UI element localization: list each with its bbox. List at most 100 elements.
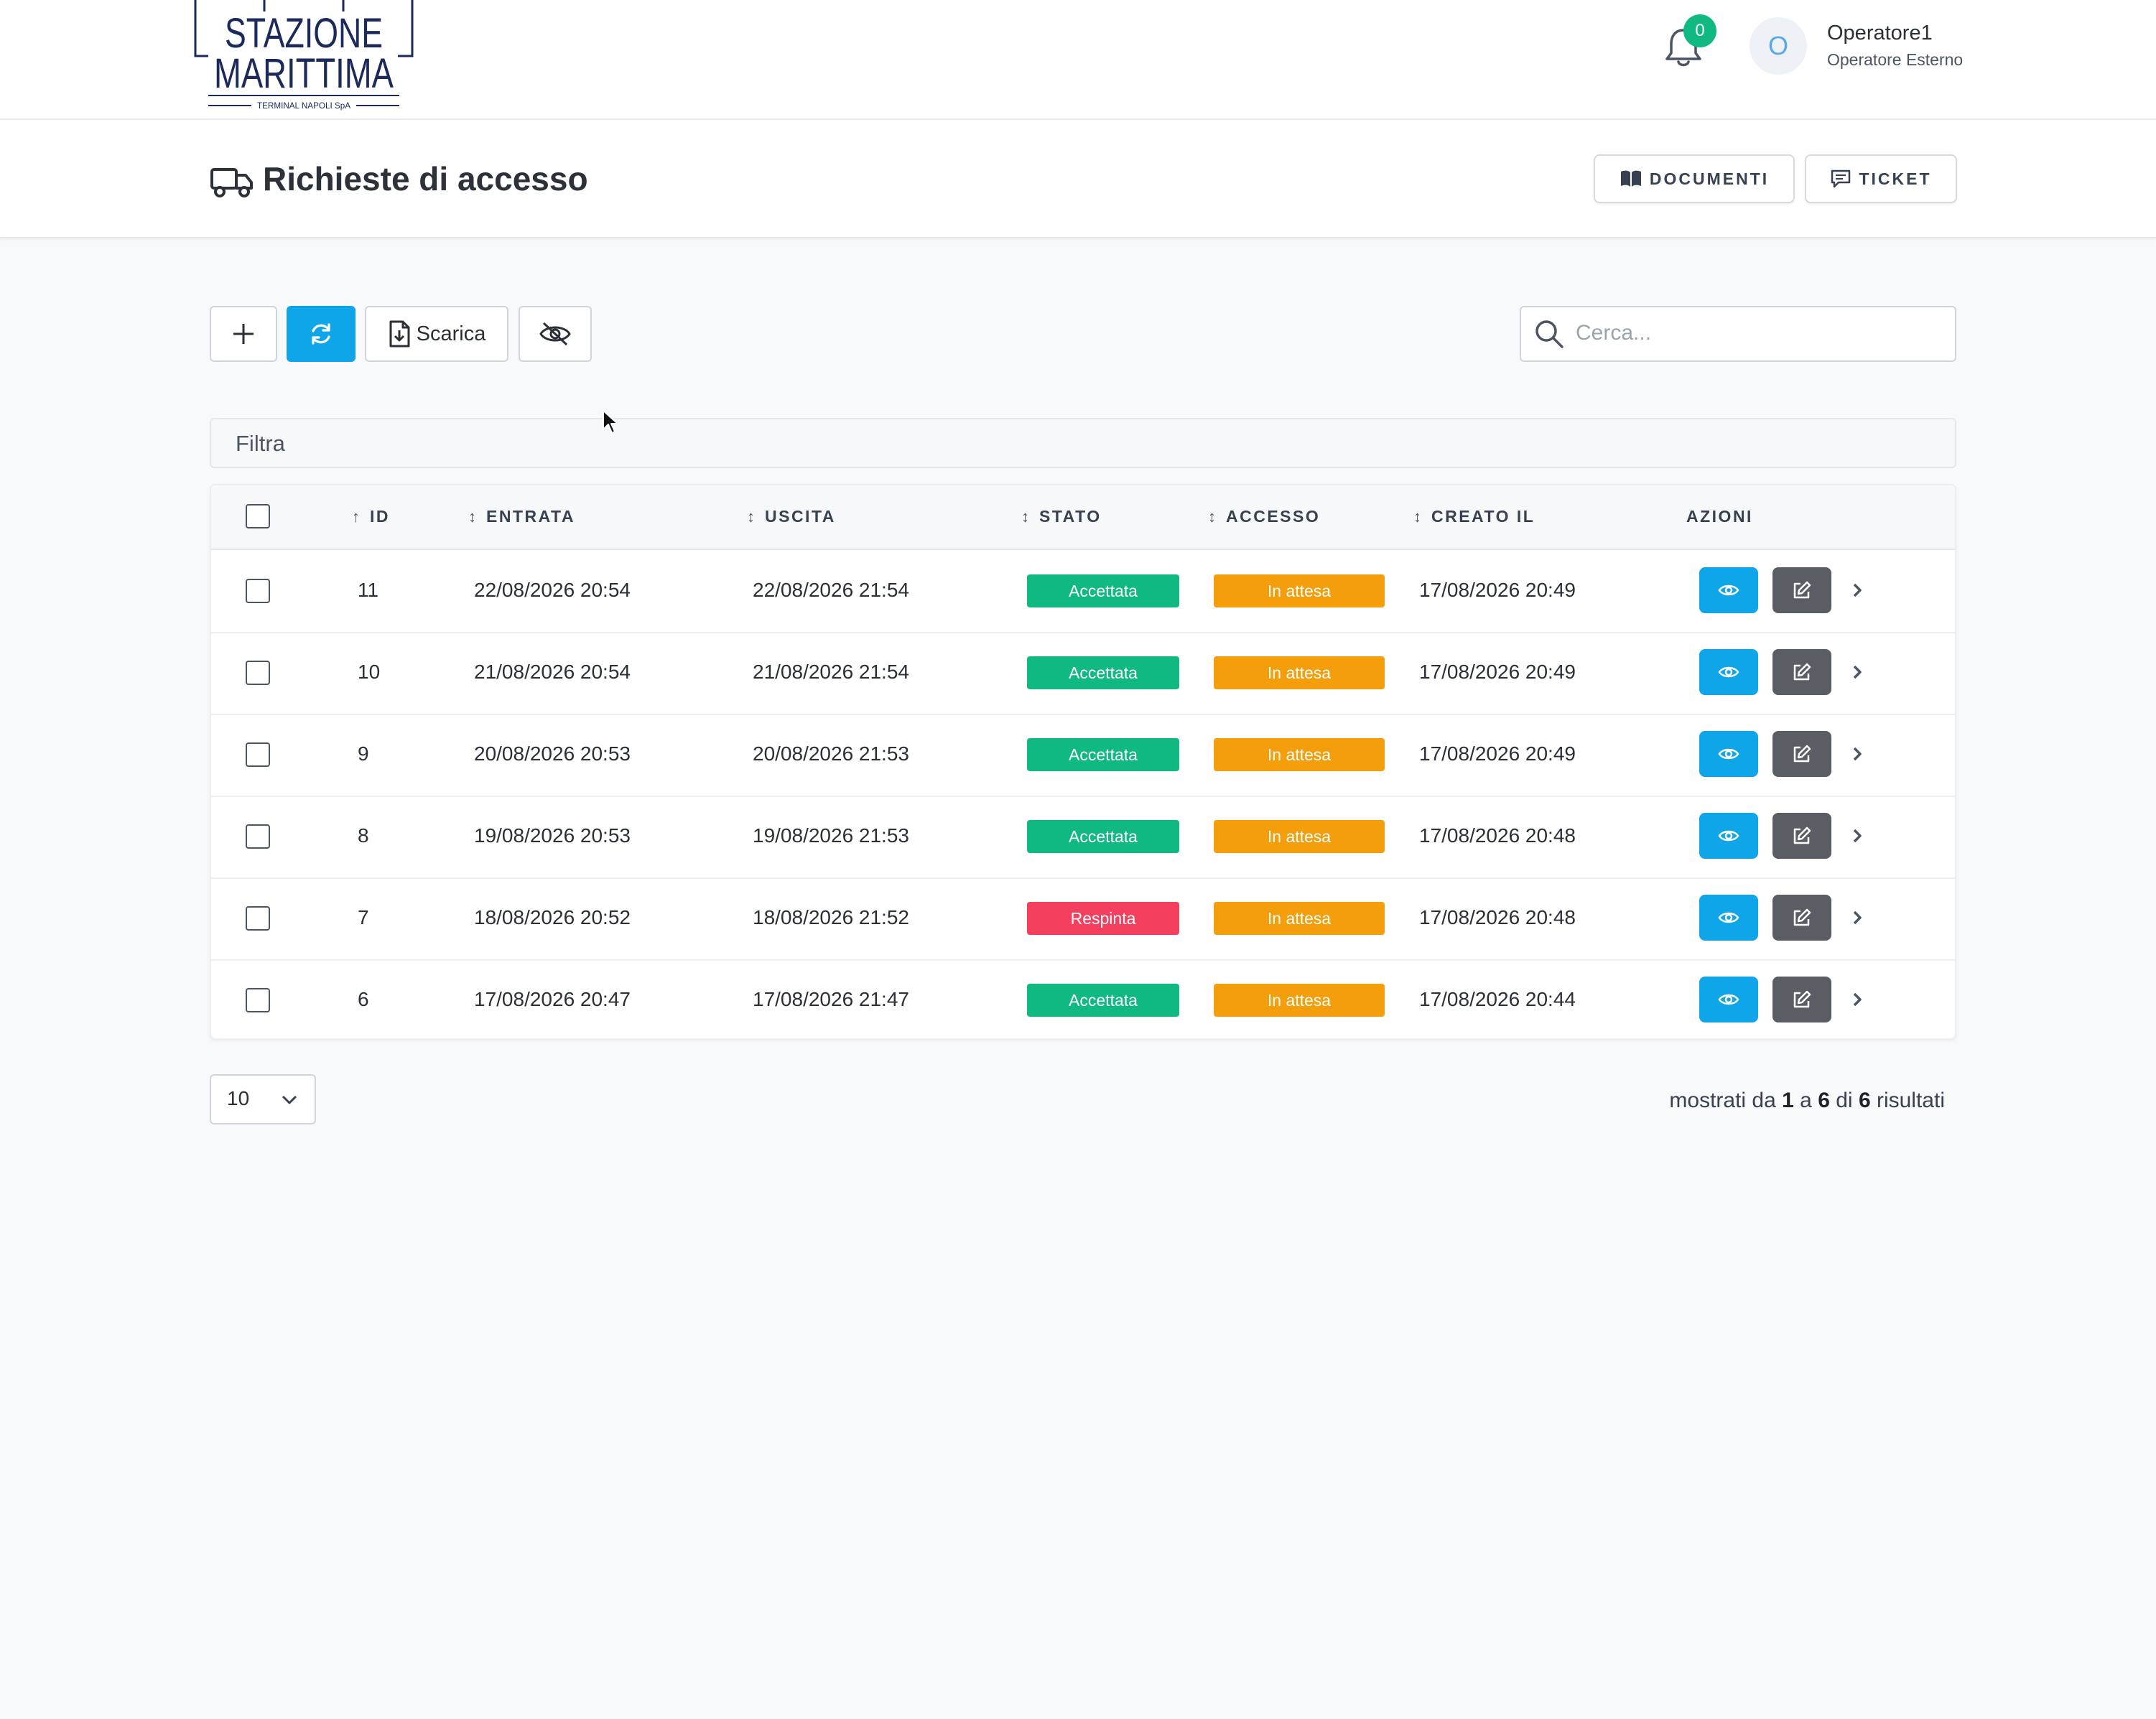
expand-row-button[interactable] [1844,987,1870,1012]
expand-row-button[interactable] [1844,823,1870,849]
results-text: risultati [1876,1089,1945,1112]
column-header-stato[interactable]: ↕ STATO [1021,507,1102,526]
search-input[interactable] [1574,312,1943,355]
page-size-select[interactable]: 10 [210,1074,316,1124]
row-creato-il: 17/08/2026 20:49 [1419,742,1576,765]
select-all-checkbox[interactable] [246,504,270,528]
notification-count-badge: 0 [1683,14,1716,47]
chevron-right-icon [1853,665,1862,679]
add-button[interactable] [210,306,277,362]
edit-icon [1793,663,1811,681]
logo[interactable]: STAZIONE MARITTIMA TERMINAL NAPOLI SpA [192,0,415,112]
row-checkbox[interactable] [246,661,270,685]
row-checkbox[interactable] [246,988,270,1012]
plus-icon [233,324,254,344]
row-checkbox[interactable] [246,906,270,931]
sort-icon: ↕ [1208,507,1216,526]
eye-icon [1718,994,1739,1005]
row-entrata: 19/08/2026 20:53 [474,824,631,847]
edit-icon [1793,990,1811,1008]
row-checkbox[interactable] [246,579,270,603]
results-from: 1 [1782,1089,1794,1112]
chevron-right-icon [1853,992,1862,1007]
column-header-creato-il[interactable]: ↕ CREATO IL [1413,507,1535,526]
table-row: 10 21/08/2026 20:54 21/08/2026 21:54 Acc… [211,632,1955,715]
edit-icon [1793,826,1811,844]
row-checkbox[interactable] [246,742,270,767]
view-button[interactable] [1699,977,1758,1022]
row-uscita: 21/08/2026 21:54 [753,661,909,683]
eye-icon [1718,584,1739,596]
column-header-entrata[interactable]: ↕ ENTRATA [468,507,575,526]
edit-button[interactable] [1772,895,1831,941]
row-uscita: 17/08/2026 21:47 [753,988,909,1010]
user-role: Operatore Esterno [1827,50,1964,69]
expand-row-button[interactable] [1844,577,1870,603]
brand-line2: MARITTIMA [214,50,394,97]
truck-icon [210,168,253,197]
results-summary: mostrati da 1 a 6 di 6 risultati [1669,1089,1945,1113]
row-checkbox[interactable] [246,824,270,849]
table-header: ↑ ID ↕ ENTRATA ↕ USCITA ↕ STATO ↕ ACCESS… [211,485,1955,550]
row-creato-il: 17/08/2026 20:48 [1419,906,1576,928]
search-box[interactable] [1520,306,1956,362]
ticket-button-label: TICKET [1859,169,1932,188]
row-uscita: 18/08/2026 21:52 [753,906,909,928]
hide-columns-button[interactable] [519,306,592,362]
cursor-icon [603,410,618,434]
search-icon [1535,320,1563,348]
edit-icon [1793,745,1811,763]
avatar[interactable]: O [1750,17,1807,75]
table-row: 11 22/08/2026 20:54 22/08/2026 21:54 Acc… [211,550,1955,633]
sort-icon: ↕ [747,507,755,526]
edit-button[interactable] [1772,649,1831,695]
column-header-id[interactable]: ↑ ID [352,507,390,526]
view-button[interactable] [1699,649,1758,695]
filter-bar[interactable]: Filtra [210,418,1956,468]
access-badge: In attesa [1214,574,1385,607]
edit-button[interactable] [1772,731,1831,777]
edit-button[interactable] [1772,813,1831,859]
user-name[interactable]: Operatore1 [1827,22,1933,45]
download-button[interactable]: Scarica [365,306,508,362]
eye-icon [1718,666,1739,678]
top-navbar: STAZIONE MARITTIMA TERMINAL NAPOLI SpA 0… [0,0,2156,120]
view-button[interactable] [1699,813,1758,859]
requests-table: ↑ ID ↕ ENTRATA ↕ USCITA ↕ STATO ↕ ACCESS… [210,484,1956,1040]
documents-button[interactable]: DOCUMENTI [1594,154,1795,203]
row-entrata: 20/08/2026 20:53 [474,742,631,765]
ticket-button[interactable]: TICKET [1805,154,1957,203]
row-creato-il: 17/08/2026 20:49 [1419,661,1576,683]
row-uscita: 20/08/2026 21:53 [753,742,909,765]
column-header-uscita[interactable]: ↕ USCITA [747,507,836,526]
edit-button[interactable] [1772,567,1831,613]
edit-button[interactable] [1772,977,1831,1022]
page-title: Richieste di accesso [263,160,588,197]
expand-row-button[interactable] [1844,905,1870,931]
column-header-accesso[interactable]: ↕ ACCESSO [1208,507,1320,526]
chat-icon [1831,169,1851,188]
documents-button-label: DOCUMENTI [1649,169,1770,188]
status-badge: Accettata [1027,738,1179,771]
brand-line3: TERMINAL NAPOLI SpA [257,101,350,111]
expand-row-button[interactable] [1844,659,1870,685]
view-button[interactable] [1699,731,1758,777]
refresh-button[interactable] [287,306,356,362]
row-uscita: 22/08/2026 21:54 [753,579,909,601]
view-button[interactable] [1699,895,1758,941]
edit-icon [1793,581,1811,599]
access-badge: In attesa [1214,738,1385,771]
expand-row-button[interactable] [1844,741,1870,767]
chevron-right-icon [1853,747,1862,761]
access-badge: In attesa [1214,820,1385,853]
row-entrata: 17/08/2026 20:47 [474,988,631,1010]
eye-icon [1718,912,1739,923]
column-header-stato-label: STATO [1039,507,1102,526]
download-button-label: Scarica [416,322,486,345]
column-header-azioni-label: AZIONI [1686,507,1753,526]
table-row: 9 20/08/2026 20:53 20/08/2026 21:53 Acce… [211,714,1955,797]
chevron-right-icon [1853,910,1862,925]
view-button[interactable] [1699,567,1758,613]
chevron-right-icon [1853,583,1862,597]
row-entrata: 18/08/2026 20:52 [474,906,631,928]
